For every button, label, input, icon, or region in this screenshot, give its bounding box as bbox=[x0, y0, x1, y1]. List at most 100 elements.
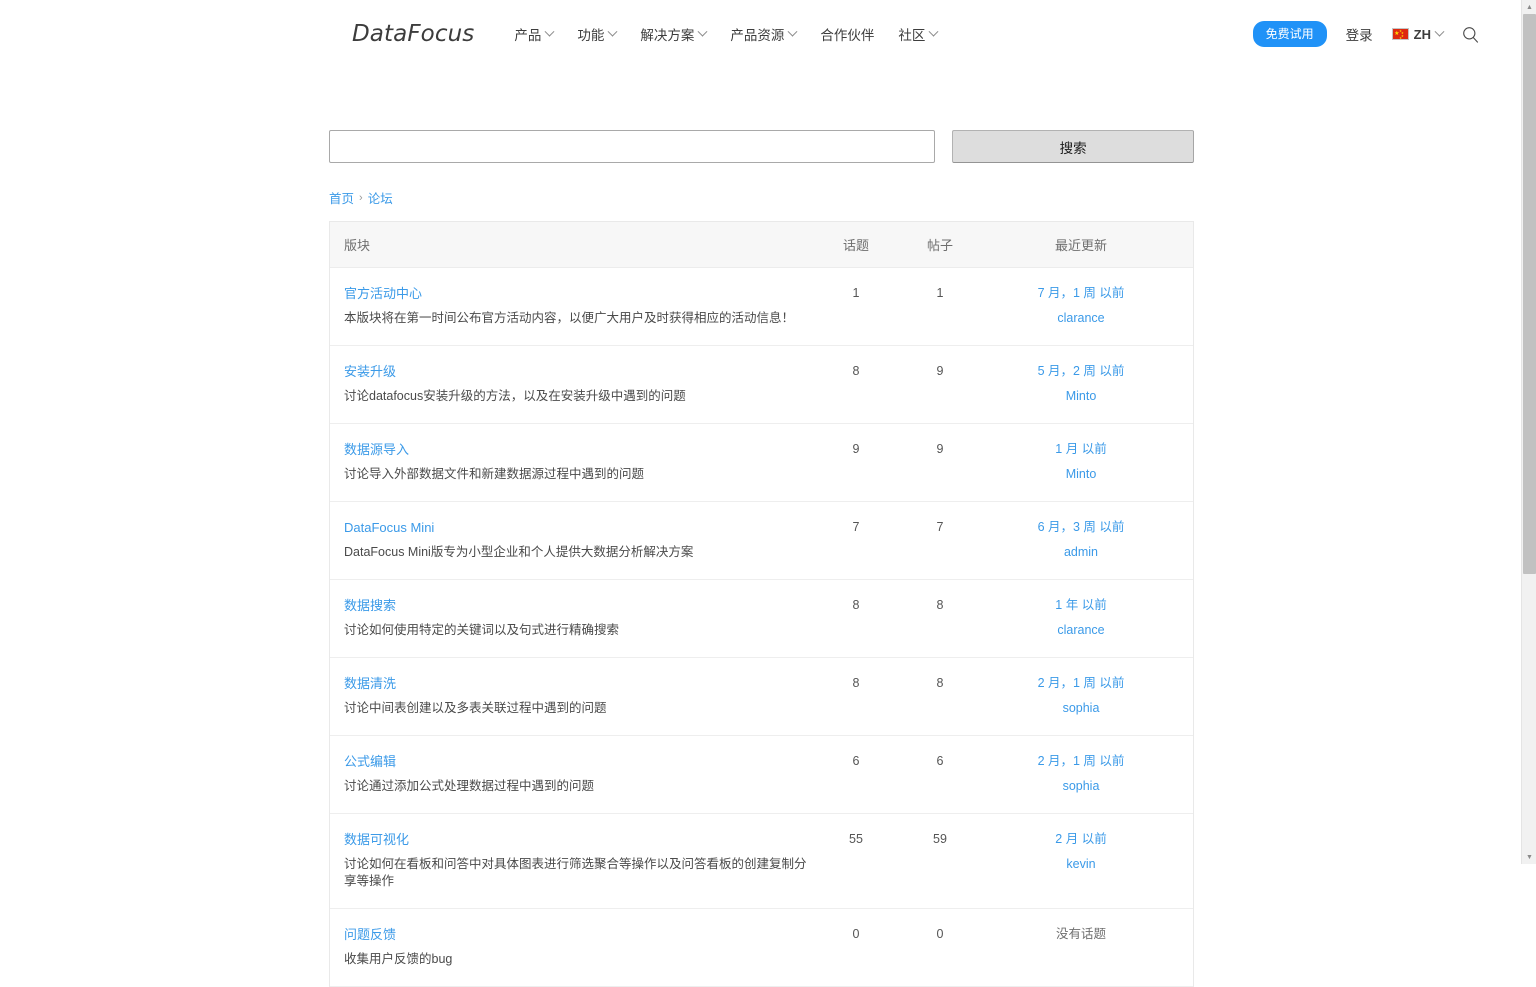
scroll-down-arrow-icon[interactable]: ▼ bbox=[1522, 850, 1536, 864]
category-link[interactable]: 数据清洗 bbox=[344, 675, 814, 692]
posts-count: 6 bbox=[936, 754, 944, 768]
scroll-up-arrow-icon[interactable]: ▲ bbox=[1522, 0, 1536, 14]
last-updated-user[interactable]: sophia bbox=[982, 778, 1180, 795]
table-row: 公式编辑 讨论通过添加公式处理数据过程中遇到的问题 6 6 2 月，1 周 以前 soph… bbox=[330, 736, 1193, 814]
login-link[interactable]: 登录 bbox=[1346, 24, 1373, 44]
language-switcher[interactable]: ★ ★ ★ ★ ★ ZH bbox=[1391, 26, 1445, 42]
last-updated-user[interactable]: Minto bbox=[982, 388, 1180, 405]
search-icon[interactable] bbox=[1462, 26, 1479, 43]
category-cell: 问题反馈 收集用户反馈的bug bbox=[330, 926, 814, 968]
nav-item-solutions[interactable]: 解决方案 bbox=[640, 24, 708, 44]
last-updated-user[interactable]: clarance bbox=[982, 310, 1180, 327]
topics-count: 0 bbox=[852, 927, 860, 941]
main-content: 搜索 首页 › 论坛 版块 话题 帖子 最近更新 官方活动中心 本版块将在第一时间… bbox=[329, 68, 1194, 987]
chevron-down-icon bbox=[787, 26, 798, 37]
last-updated-user[interactable]: Minto bbox=[982, 466, 1180, 483]
category-cell: 安装升级讨论datafocus安装升级的方法，以及在安装升级中遇到的问题 bbox=[330, 363, 814, 405]
topics-count: 9 bbox=[852, 442, 860, 456]
chevron-down-icon bbox=[928, 26, 939, 37]
last-updated-user[interactable]: sophia bbox=[982, 700, 1180, 717]
nav-item-community[interactable]: 社区 bbox=[898, 24, 939, 44]
column-header-topics: 话题 bbox=[842, 238, 869, 253]
topics-count: 7 bbox=[852, 520, 860, 534]
free-trial-button[interactable]: 免费试用 bbox=[1252, 21, 1327, 47]
nav-item-partners[interactable]: 合作伙伴 bbox=[820, 24, 874, 44]
column-header-updated: 最近更新 bbox=[1054, 238, 1107, 253]
table-row: DataFocus Mini DataFocus Mini版专为小型企业和个人提供… bbox=[330, 502, 1193, 580]
site-logo[interactable]: DataFocus bbox=[352, 21, 474, 47]
last-updated-cell: 2 月，1 周 以前 sophia bbox=[982, 675, 1180, 717]
posts-count: 9 bbox=[936, 442, 944, 456]
chevron-down-icon bbox=[1434, 26, 1445, 37]
china-flag-icon: ★ ★ ★ ★ ★ bbox=[1391, 28, 1409, 40]
category-cell: 数据清洗讨论中间表创建以及多表关联过程中遇到的问题 bbox=[330, 675, 814, 717]
last-updated-date[interactable]: 6 月，3 周 以前 bbox=[982, 519, 1180, 536]
scrollbar-thumb[interactable] bbox=[1523, 14, 1536, 574]
last-updated-date[interactable]: 5 月，2 周 以前 bbox=[982, 363, 1180, 380]
last-updated-cell: 1 月 以前 Minto bbox=[982, 441, 1180, 483]
last-updated-cell: 5 月，2 周 以前 Minto bbox=[982, 363, 1180, 405]
search-input[interactable] bbox=[329, 130, 936, 163]
last-updated-cell: 1 年 以前 clarance bbox=[982, 597, 1180, 639]
table-body: 官方活动中心 本版块将在第一时间公布官方活动内容，以便广大用户及时获得相应的活动信… bbox=[330, 268, 1193, 987]
last-updated-date[interactable]: 2 月 以前 bbox=[982, 831, 1180, 848]
chevron-down-icon bbox=[607, 26, 618, 37]
breadcrumb-home-link[interactable]: 首页 bbox=[329, 188, 354, 207]
last-updated-user[interactable]: kevin bbox=[982, 856, 1180, 873]
posts-count: 8 bbox=[936, 598, 944, 612]
nav-item-products[interactable]: 产品 bbox=[514, 24, 555, 44]
nav-item-resources[interactable]: 产品资源 bbox=[730, 24, 798, 44]
topics-count: 8 bbox=[852, 598, 860, 612]
last-updated-date[interactable]: 1 月 以前 bbox=[982, 441, 1180, 458]
page-scrollbar[interactable]: ▲ ▼ bbox=[1521, 0, 1536, 864]
column-header-category: 版块 bbox=[344, 238, 371, 253]
nav-label: 合作伙伴 bbox=[820, 28, 875, 43]
category-link[interactable]: 安装升级 bbox=[344, 363, 814, 380]
category-link[interactable]: 数据搜索 bbox=[344, 597, 814, 614]
last-updated-user[interactable]: admin bbox=[982, 544, 1180, 561]
category-description: 讨论中间表创建以及多表关联过程中遇到的问题 bbox=[344, 701, 607, 715]
last-updated-cell: 7 月，1 周 以前 clarance bbox=[982, 285, 1180, 327]
category-link[interactable]: 数据可视化 bbox=[344, 831, 814, 848]
category-link[interactable]: 问题反馈 bbox=[344, 926, 814, 943]
category-description: 讨论datafocus安装升级的方法，以及在安装升级中遇到的问题 bbox=[344, 389, 686, 403]
last-updated-user[interactable]: clarance bbox=[982, 622, 1180, 639]
last-updated-cell: 2 月 以前 kevin bbox=[982, 831, 1180, 873]
topics-count: 6 bbox=[852, 754, 860, 768]
category-link[interactable]: 数据源导入 bbox=[344, 441, 814, 458]
last-updated-date[interactable]: 7 月，1 周 以前 bbox=[982, 285, 1180, 302]
nav-label: 解决方案 bbox=[640, 28, 695, 43]
category-description: 讨论导入外部数据文件和新建数据源过程中遇到的问题 bbox=[344, 467, 645, 481]
category-cell: 数据搜索讨论如何使用特定的关键词以及句式进行精确搜索 bbox=[330, 597, 814, 639]
nav-label: 产品 bbox=[514, 28, 542, 43]
category-link[interactable]: 官方活动中心 bbox=[344, 285, 814, 302]
last-updated-date[interactable]: 1 年 以前 bbox=[982, 597, 1180, 614]
breadcrumb-current-link[interactable]: 论坛 bbox=[368, 188, 393, 207]
column-header-posts: 帖子 bbox=[926, 238, 953, 253]
nav-item-features[interactable]: 功能 bbox=[577, 24, 618, 44]
posts-count: 9 bbox=[936, 364, 944, 378]
category-cell: 数据可视化 讨论如何在看板和问答中对具体图表进行筛选聚合等操作以及问答看板的创建复… bbox=[330, 831, 814, 890]
topics-count: 8 bbox=[852, 364, 860, 378]
category-link[interactable]: DataFocus Mini bbox=[344, 519, 814, 536]
category-description: 本版块将在第一时间公布官方活动内容，以便广大用户及时获得相应的活动信息！ bbox=[344, 311, 795, 325]
posts-count: 7 bbox=[936, 520, 944, 534]
search-submit-button[interactable]: 搜索 bbox=[952, 130, 1194, 163]
last-updated-date[interactable]: 2 月，1 周 以前 bbox=[982, 753, 1180, 770]
table-row: 问题反馈 收集用户反馈的bug 0 0 没有话题 bbox=[330, 909, 1193, 987]
last-updated-date[interactable]: 2 月，1 周 以前 bbox=[982, 675, 1180, 692]
category-link[interactable]: 公式编辑 bbox=[344, 753, 814, 770]
category-description: 讨论如何使用特定的关键词以及句式进行精确搜索 bbox=[344, 623, 620, 637]
posts-count: 0 bbox=[936, 927, 944, 941]
last-updated-cell: 2 月，1 周 以前 sophia bbox=[982, 753, 1180, 795]
table-row: 官方活动中心 本版块将在第一时间公布官方活动内容，以便广大用户及时获得相应的活动信… bbox=[330, 268, 1193, 346]
category-cell: 官方活动中心 本版块将在第一时间公布官方活动内容，以便广大用户及时获得相应的活动信… bbox=[330, 285, 814, 327]
posts-count: 8 bbox=[936, 676, 944, 690]
forum-search-bar: 搜索 bbox=[329, 130, 1194, 163]
site-header: DataFocus 产品 功能 解决方案 产品资源 合作伙伴 社区 免费试用 登… bbox=[0, 0, 1521, 68]
category-description: DataFocus Mini版专为小型企业和个人提供大数据分析解决方案 bbox=[344, 545, 694, 559]
table-row: 安装升级讨论datafocus安装升级的方法，以及在安装升级中遇到的问题 8 9 5 … bbox=[330, 346, 1193, 424]
breadcrumb: 首页 › 论坛 bbox=[329, 188, 1194, 207]
flag-star: ★ bbox=[1399, 35, 1403, 40]
topics-count: 1 bbox=[852, 286, 860, 300]
